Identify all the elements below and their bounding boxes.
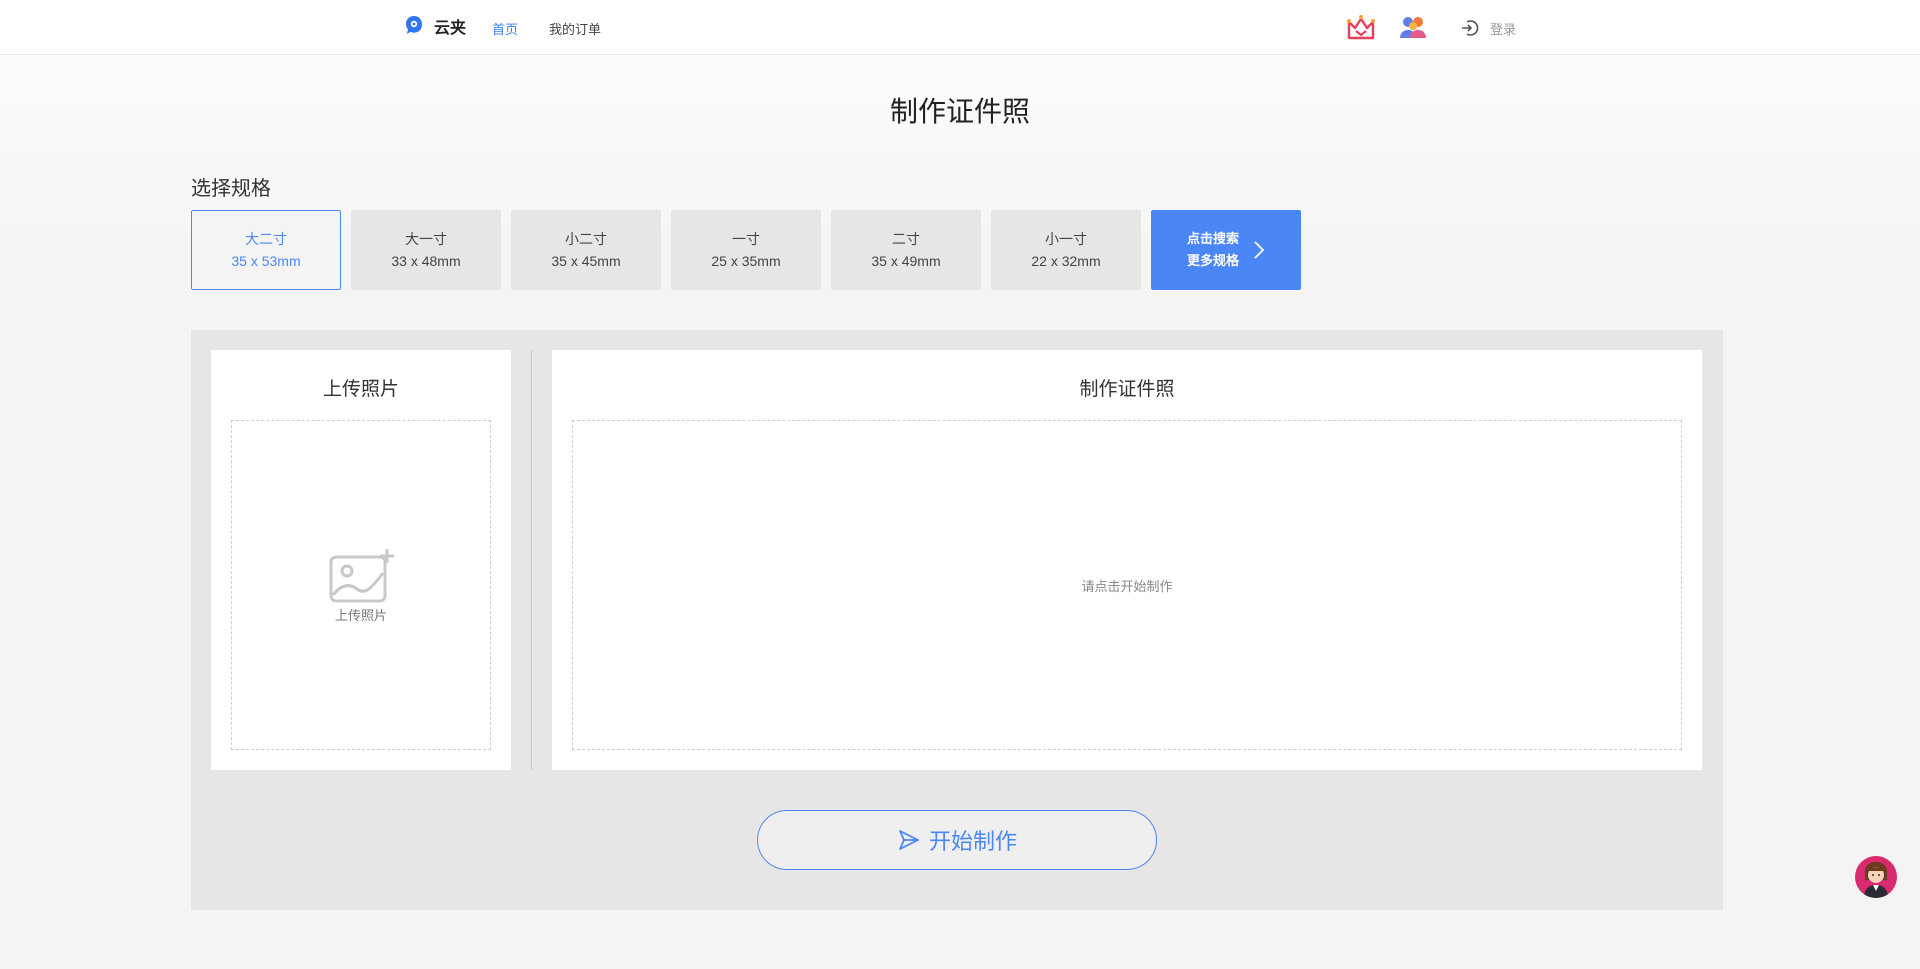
upload-panel-title: 上传照片 bbox=[322, 379, 399, 400]
spec-name: 大二寸 bbox=[245, 231, 287, 247]
send-icon bbox=[899, 830, 919, 850]
support-avatar-icon bbox=[1864, 862, 1888, 898]
result-panel-title: 制作证件照 bbox=[1079, 379, 1175, 400]
login-icon bbox=[1462, 20, 1479, 36]
support-avatar-button[interactable] bbox=[1855, 856, 1897, 898]
workspace: 上传照片 上传照片 制作证件照 请点击开始制作 开始制作 bbox=[191, 330, 1723, 910]
spec-option-xiao-er-cun[interactable]: 小二寸 35 x 45mm bbox=[511, 210, 661, 290]
upload-hint: 上传照片 bbox=[334, 607, 387, 623]
top-header: 云夹 首页 我的订单 登录 bbox=[0, 0, 1920, 55]
spec-option-da-er-cun[interactable]: 大二寸 35 x 53mm bbox=[191, 210, 341, 290]
spec-size: 35 x 45mm bbox=[551, 253, 621, 269]
spec-option-yi-cun[interactable]: 一寸 25 x 35mm bbox=[671, 210, 821, 290]
spec-name: 小二寸 bbox=[565, 231, 607, 247]
spec-size: 25 x 35mm bbox=[711, 253, 781, 269]
spec-name: 一寸 bbox=[732, 231, 760, 247]
spec-size: 22 x 32mm bbox=[1031, 253, 1101, 269]
panel-divider bbox=[531, 350, 532, 770]
spec-name: 二寸 bbox=[892, 231, 920, 247]
spec-size: 35 x 53mm bbox=[231, 253, 301, 269]
image-upload-icon bbox=[329, 548, 394, 602]
upload-dropzone[interactable]: 上传照片 bbox=[231, 420, 491, 750]
login-link[interactable]: 登录 bbox=[1460, 18, 1516, 38]
login-label: 登录 bbox=[1490, 21, 1517, 37]
page-title: 制作证件照 bbox=[889, 96, 1030, 127]
members-icon[interactable] bbox=[1397, 12, 1429, 44]
logo-icon bbox=[406, 16, 422, 34]
more-specs-line1: 点击搜索 bbox=[1186, 231, 1239, 246]
upload-panel: 上传照片 上传照片 bbox=[211, 350, 511, 770]
spec-name: 小一寸 bbox=[1045, 231, 1087, 247]
more-specs-button[interactable]: 点击搜索 更多规格 bbox=[1151, 210, 1301, 290]
result-area: 请点击开始制作 bbox=[572, 420, 1682, 750]
result-panel: 制作证件照 请点击开始制作 bbox=[552, 350, 1702, 770]
more-specs-line2: 更多规格 bbox=[1186, 253, 1239, 268]
result-placeholder: 请点击开始制作 bbox=[1081, 578, 1173, 594]
more-specs-label: 点击搜索 更多规格 bbox=[1187, 228, 1239, 272]
start-button[interactable]: 开始制作 bbox=[757, 810, 1157, 870]
brand-name: 云夹 bbox=[434, 20, 467, 37]
start-button-label: 开始制作 bbox=[928, 829, 1017, 854]
spec-options: 大二寸 35 x 53mm 大一寸 33 x 48mm 小二寸 35 x 45m… bbox=[191, 210, 1301, 290]
chevron-right-icon bbox=[1254, 241, 1265, 259]
main-nav: 首页 我的订单 bbox=[492, 19, 601, 38]
spec-name: 大一寸 bbox=[405, 231, 447, 247]
spec-option-da-yi-cun[interactable]: 大一寸 33 x 48mm bbox=[351, 210, 501, 290]
nav-my-orders[interactable]: 我的订单 bbox=[549, 19, 601, 38]
spec-section-label: 选择规格 bbox=[191, 178, 271, 200]
spec-size: 35 x 49mm bbox=[871, 253, 941, 269]
crown-icon[interactable] bbox=[1345, 12, 1377, 44]
brand-logo[interactable]: 云夹 bbox=[402, 14, 466, 38]
spec-size: 33 x 48mm bbox=[391, 253, 461, 269]
spec-option-xiao-yi-cun[interactable]: 小一寸 22 x 32mm bbox=[991, 210, 1141, 290]
nav-home[interactable]: 首页 bbox=[492, 19, 518, 38]
spec-option-er-cun[interactable]: 二寸 35 x 49mm bbox=[831, 210, 981, 290]
